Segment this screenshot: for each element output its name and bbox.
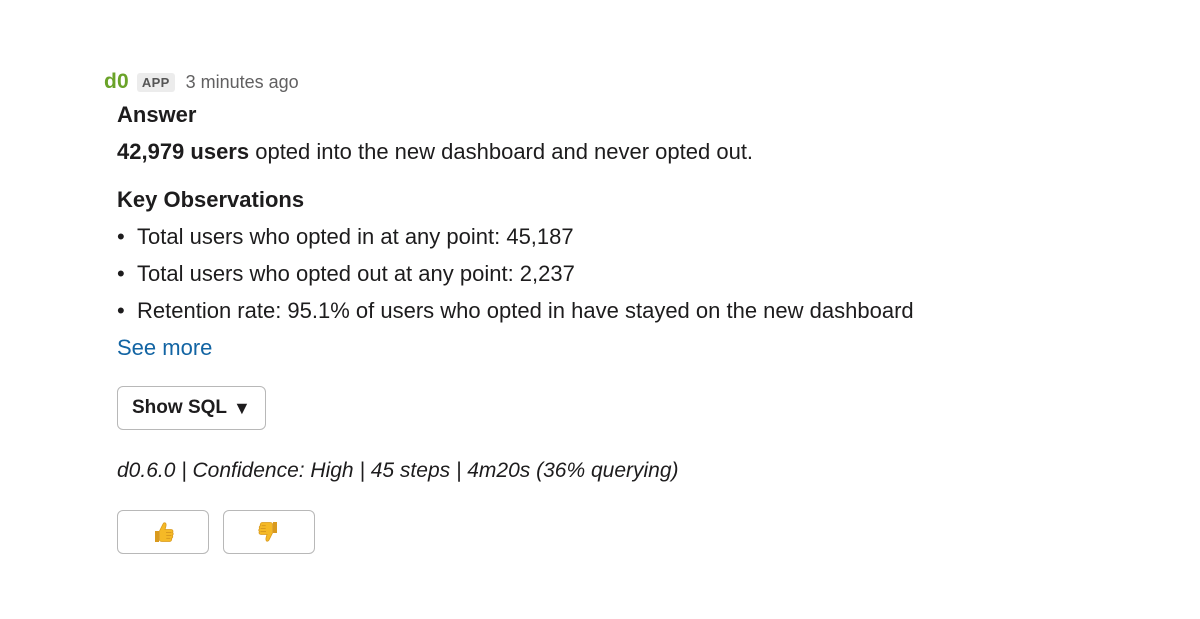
answer-rest: opted into the new dashboard and never o… (249, 139, 754, 164)
thumbs-down-icon (256, 519, 282, 545)
message-timestamp[interactable]: 3 minutes ago (186, 72, 299, 93)
bullet-point: • (117, 298, 125, 323)
observation-text: Total users who opted in at any point: 4… (137, 224, 574, 249)
caret-down-icon: ▼ (233, 397, 251, 418)
observation-item: • Total users who opted in at any point:… (117, 218, 1104, 255)
thumbs-down-button[interactable] (223, 510, 315, 554)
thumbs-up-icon (150, 519, 176, 545)
sender-name[interactable]: d0 (104, 70, 129, 94)
show-sql-label: Show SQL (132, 397, 227, 418)
show-sql-button[interactable]: Show SQL ▼ (117, 386, 266, 430)
bot-message: d0 APP 3 minutes ago Answer 42,979 users… (104, 68, 1104, 554)
answer-text: 42,979 users opted into the new dashboar… (117, 133, 1104, 170)
answer-highlight: 42,979 users (117, 139, 250, 164)
message-body: Answer 42,979 users opted into the new d… (117, 96, 1104, 554)
observation-item: • Total users who opted out at any point… (117, 255, 1104, 292)
answer-heading: Answer (117, 102, 197, 127)
see-more-link[interactable]: See more (117, 329, 212, 366)
message-header: d0 APP 3 minutes ago (104, 68, 1104, 96)
observation-item: • Retention rate: 95.1% of users who opt… (117, 292, 1104, 329)
bullet-point: • (117, 224, 125, 249)
app-badge: APP (136, 72, 175, 92)
bullet-point: • (117, 261, 125, 286)
run-metadata: d0.6.0 | Confidence: High | 45 steps | 4… (117, 459, 679, 482)
observation-text: Retention rate: 95.1% of users who opted… (137, 298, 914, 323)
observations-heading: Key Observations (117, 187, 305, 212)
thumbs-up-button[interactable] (117, 510, 209, 554)
observation-text: Total users who opted out at any point: … (137, 261, 575, 286)
feedback-buttons (117, 510, 1104, 554)
